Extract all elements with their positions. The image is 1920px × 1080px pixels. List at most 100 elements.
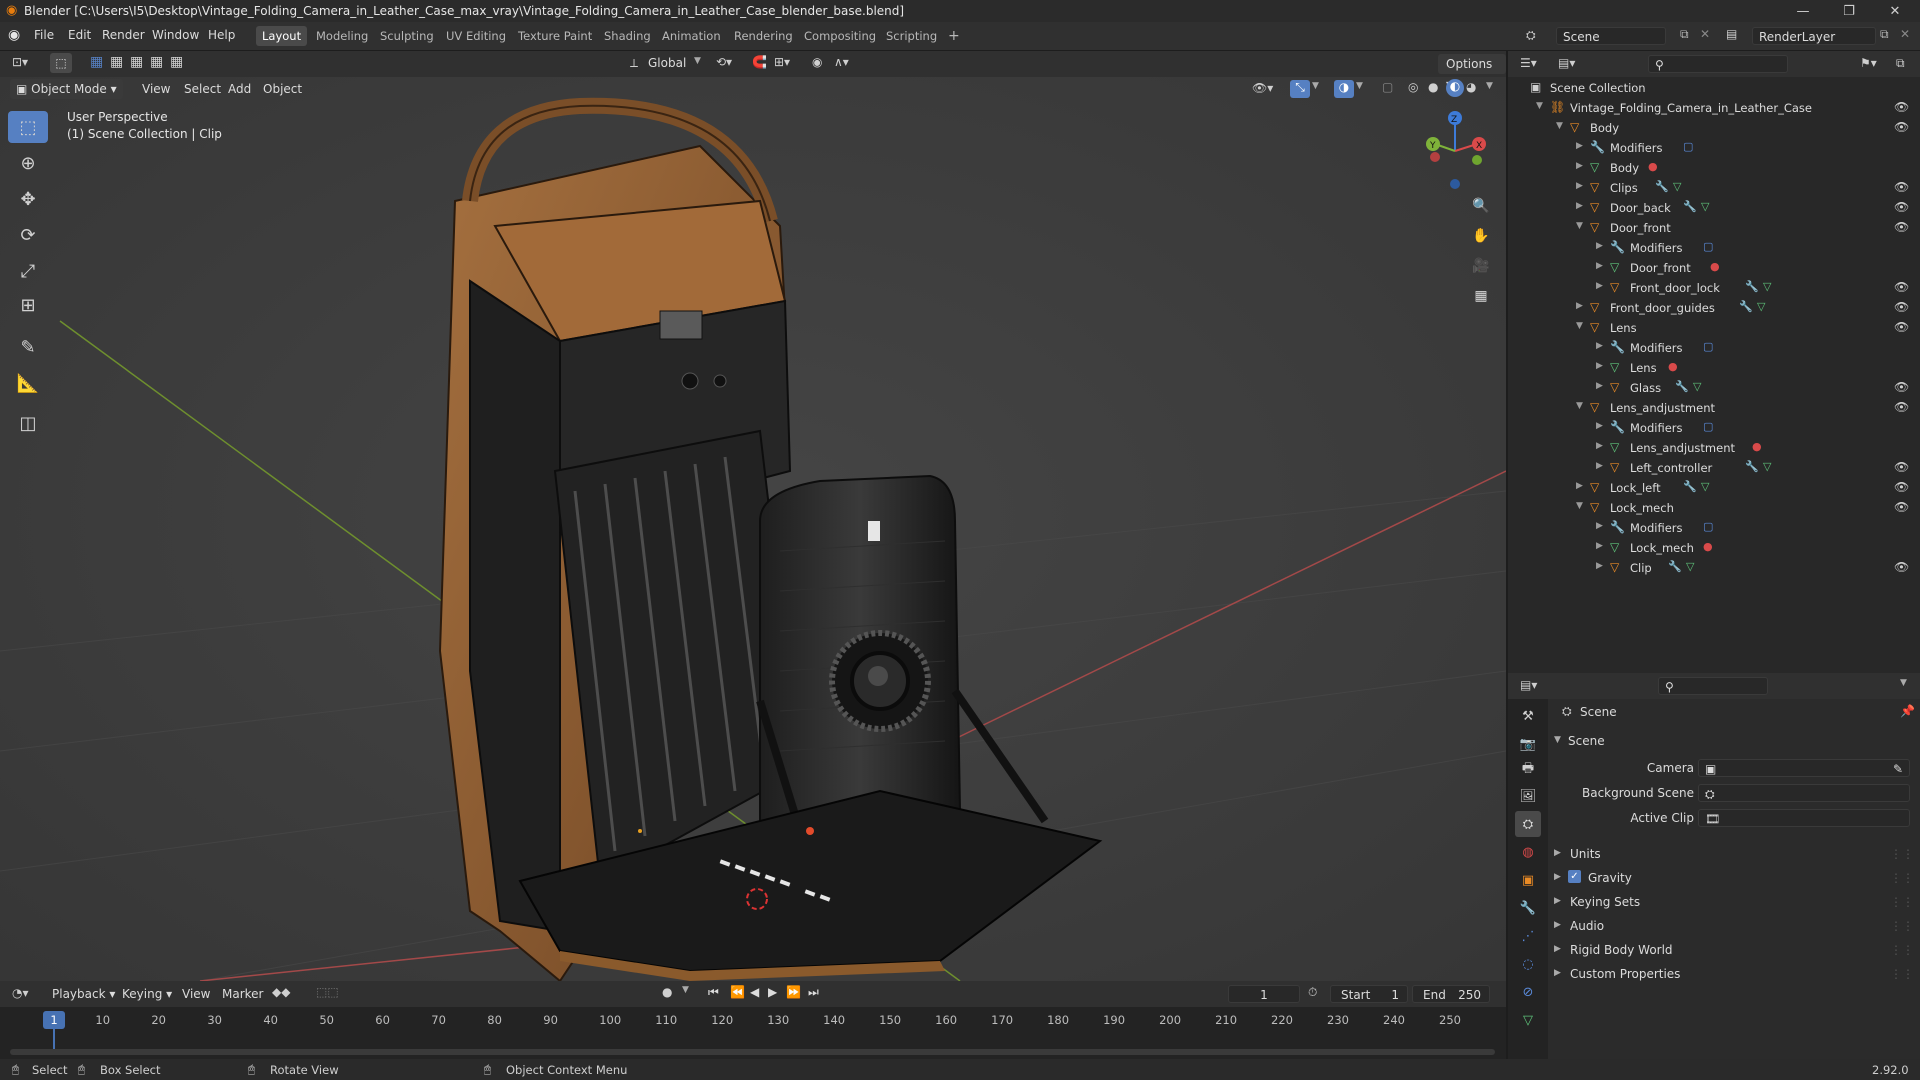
expand-right-icon[interactable]: ▶ xyxy=(1576,301,1583,311)
timeline-ruler[interactable]: 1 10 20 30 40 50 60 70 80 90 100 110 120 130 140 150 160… xyxy=(0,981,1506,1059)
properties-search-input[interactable]: ⚲ xyxy=(1658,677,1768,695)
outliner-item[interactable]: ▼ ▽ Body 👁 xyxy=(1508,118,1920,138)
visibility-eye-icon[interactable]: 👁 xyxy=(1894,120,1909,134)
select-tool-icon[interactable]: ⬚ xyxy=(50,53,72,73)
transform-orientation-dropdown[interactable]: Global xyxy=(648,56,686,70)
tool-tab-icon[interactable]: ⚒ xyxy=(1515,703,1541,729)
visibility-eye-icon[interactable]: 👁 xyxy=(1894,220,1909,234)
expand-right-icon[interactable]: ▶ xyxy=(1576,181,1583,191)
expand-right-icon[interactable]: ▶ xyxy=(1576,141,1583,151)
shading-dropdown-icon[interactable]: ▼ xyxy=(1486,81,1493,91)
visibility-icon[interactable]: 👁▾ xyxy=(1252,81,1273,95)
view-layer-tab-icon[interactable]: 🖼 xyxy=(1515,783,1541,809)
menu-add[interactable]: Add xyxy=(222,79,257,99)
visibility-eye-icon[interactable]: 👁 xyxy=(1894,200,1909,214)
expand-right-icon[interactable]: ▶ xyxy=(1596,461,1603,471)
property-field[interactable]: ▣ ✎ xyxy=(1698,759,1910,777)
measure-tool-icon[interactable]: 📐 xyxy=(8,367,48,399)
physics-tab-icon[interactable]: ◌ xyxy=(1515,951,1541,977)
new-scene-icon[interactable]: ⧉ xyxy=(1680,27,1689,42)
outliner-item[interactable]: ▼ ▽ Lens 👁 xyxy=(1508,318,1920,338)
expand-right-icon[interactable]: ▶ xyxy=(1596,441,1603,451)
expand-right-icon[interactable]: ▶ xyxy=(1596,261,1603,271)
drag-handle-icon[interactable]: ⋮⋮ xyxy=(1890,847,1914,861)
subpanel-header[interactable]: ▶ Keying Sets ⋮⋮ xyxy=(1550,891,1920,913)
pivot-point-icon[interactable]: ⟲▾ xyxy=(716,55,732,69)
expand-right-icon[interactable]: ▶ xyxy=(1596,421,1603,431)
drag-handle-icon[interactable]: ⋮⋮ xyxy=(1890,919,1914,933)
tab-rendering[interactable]: Rendering xyxy=(728,26,799,46)
mode-intersect-icon[interactable]: ▦ xyxy=(170,54,183,70)
cursor-tool-icon[interactable]: ⊕ xyxy=(8,147,48,179)
new-renderlayer-icon[interactable]: ⧉ xyxy=(1880,27,1889,42)
visibility-eye-icon[interactable]: 👁 xyxy=(1894,480,1909,494)
xray-icon[interactable]: ▢ xyxy=(1382,80,1393,94)
expand-down-icon[interactable]: ▼ xyxy=(1576,401,1583,411)
editor-type-button[interactable]: ⊡▾ xyxy=(12,55,28,69)
tab-scripting[interactable]: Scripting xyxy=(880,26,943,46)
expand-right-icon[interactable]: ▶ xyxy=(1576,481,1583,491)
visibility-eye-icon[interactable]: 👁 xyxy=(1894,400,1909,414)
delete-scene-icon[interactable]: ✕ xyxy=(1700,27,1710,41)
mode-new-icon[interactable]: ▦ xyxy=(90,54,103,70)
eyedropper-icon[interactable]: ✎ xyxy=(1893,760,1903,778)
tab-layout[interactable]: Layout xyxy=(256,26,308,46)
select-box-tool-icon[interactable]: ⬚ xyxy=(8,111,48,143)
data-tab-icon[interactable]: ▽ xyxy=(1515,1007,1541,1033)
outliner-item[interactable]: ▶ ▽ Clip 🔧 ▽ 👁 xyxy=(1508,558,1920,578)
tab-texture-paint[interactable]: Texture Paint xyxy=(512,26,598,46)
annotate-tool-icon[interactable]: ✎ xyxy=(8,331,48,363)
gizmo-dropdown-icon[interactable]: ▼ xyxy=(1312,81,1319,91)
mode-selector[interactable]: ▣ Object Mode ▾ xyxy=(10,79,123,99)
snap-target-icon[interactable]: ⊞▾ xyxy=(774,55,790,69)
playhead[interactable]: 1 xyxy=(43,1011,65,1029)
tab-uv-editing[interactable]: UV Editing xyxy=(440,26,512,46)
expand-down-icon[interactable]: ▼ xyxy=(1576,321,1583,331)
outliner-item[interactable]: ▶ 🔧 Modifiers ▢ xyxy=(1508,238,1920,258)
expand-right-icon[interactable]: ▶ xyxy=(1596,361,1603,371)
subpanel-header[interactable]: ▶ Units ⋮⋮ xyxy=(1550,843,1920,865)
object-tab-icon[interactable]: ▣ xyxy=(1515,867,1541,893)
outliner-item[interactable]: ▶ ▽ Lock_left 🔧 ▽ 👁 xyxy=(1508,478,1920,498)
tab-animation[interactable]: Animation xyxy=(656,26,727,46)
visibility-eye-icon[interactable]: 👁 xyxy=(1894,300,1909,314)
expand-down-icon[interactable]: ▼ xyxy=(1556,121,1563,131)
visibility-eye-icon[interactable]: 👁 xyxy=(1894,560,1909,574)
expand-right-icon[interactable]: ▶ xyxy=(1596,241,1603,251)
outliner-editor-type-icon[interactable]: ☰▾ xyxy=(1520,56,1537,70)
outliner-item[interactable]: ▶ ▽ Body ● xyxy=(1508,158,1920,178)
expand-right-icon[interactable]: ▶ xyxy=(1576,161,1583,171)
rendered-shading-icon[interactable]: ◕ xyxy=(1466,80,1476,94)
visibility-eye-icon[interactable]: 👁 xyxy=(1894,460,1909,474)
timeline-scrollbar[interactable] xyxy=(10,1049,1495,1055)
3d-viewport[interactable]: ⊡▾ ⊡▾ ⬚ ▦ ▦ ▦ ▦ ▦ ⟂ Global ▼ ⟲▾ 🧲 ⊞▾ ◉ ∧… xyxy=(0,51,1506,981)
visibility-eye-icon[interactable]: 👁 xyxy=(1894,320,1909,334)
close-button[interactable]: ✕ xyxy=(1872,0,1918,22)
zoom-icon[interactable]: 🔍 xyxy=(1468,193,1494,219)
visibility-eye-icon[interactable]: 👁 xyxy=(1894,100,1909,114)
material-shading-icon[interactable]: ◐ xyxy=(1446,79,1464,97)
output-tab-icon[interactable]: 🖶 xyxy=(1515,757,1541,783)
add-cube-tool-icon[interactable]: ◫ xyxy=(8,407,48,439)
mode-extend-icon[interactable]: ▦ xyxy=(110,54,123,70)
outliner-item[interactable]: ▶ ▽ Lock_mech ● xyxy=(1508,538,1920,558)
outliner-item[interactable]: ▶ 🔧 Modifiers ▢ xyxy=(1508,418,1920,438)
properties-editor-type-icon[interactable]: ▤▾ xyxy=(1520,678,1537,692)
menu-view[interactable]: View xyxy=(136,79,176,99)
outliner-search-input[interactable]: ⚲ xyxy=(1648,55,1788,73)
menu-edit[interactable]: Edit xyxy=(68,28,91,42)
menu-render[interactable]: Render xyxy=(102,28,145,42)
outliner-item[interactable]: ▶ ▽ Lens_andjustment ● xyxy=(1508,438,1920,458)
pan-hand-icon[interactable]: ✋ xyxy=(1468,223,1494,249)
outliner-root[interactable]: ▣ Scene Collection xyxy=(1508,78,1920,98)
tab-modeling[interactable]: Modeling xyxy=(310,26,374,46)
add-workspace-button[interactable]: + xyxy=(942,26,966,46)
visibility-eye-icon[interactable]: 👁 xyxy=(1894,280,1909,294)
overlay-dropdown-icon[interactable]: ▼ xyxy=(1356,81,1363,91)
expand-down-icon[interactable]: ▼ xyxy=(1576,501,1583,511)
display-mode-icon[interactable]: ▤▾ xyxy=(1558,56,1575,70)
tab-compositing[interactable]: Compositing xyxy=(798,26,882,46)
menu-object[interactable]: Object xyxy=(257,79,308,99)
expand-right-icon[interactable]: ▶ xyxy=(1596,561,1603,571)
world-tab-icon[interactable]: ◍ xyxy=(1515,839,1541,865)
